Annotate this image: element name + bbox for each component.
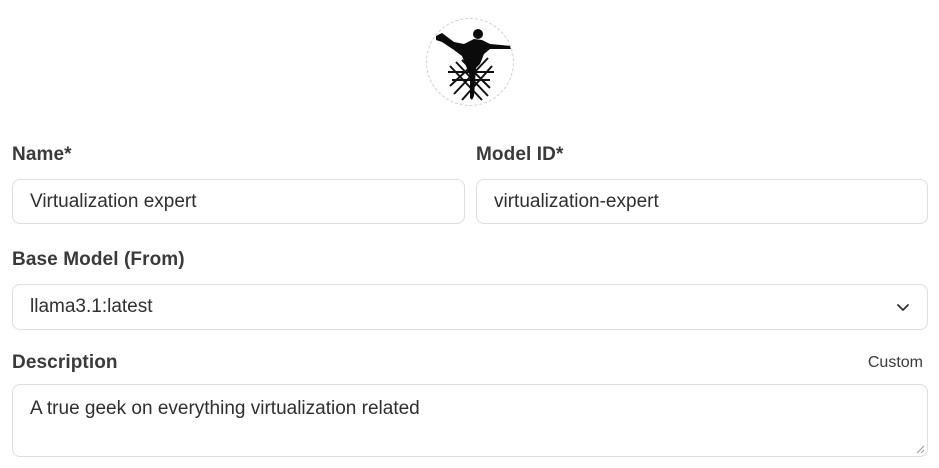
model-avatar[interactable]: [426, 18, 514, 106]
chevron-down-icon: [897, 304, 909, 311]
model-id-input[interactable]: virtualization-expert: [476, 179, 928, 224]
martial-artist-silhouette-icon: [436, 29, 512, 101]
base-model-select[interactable]: llama3.1:latest: [12, 284, 928, 330]
description-text: A true geek on everything virtualization…: [30, 398, 420, 419]
name-input-value: Virtualization expert: [30, 190, 197, 212]
name-label: Name*: [12, 144, 72, 165]
name-input[interactable]: Virtualization expert: [12, 179, 465, 224]
base-model-selected-value: llama3.1:latest: [30, 296, 153, 317]
base-model-label: Base Model (From): [12, 249, 185, 270]
description-mode-toggle[interactable]: Custom: [868, 354, 923, 372]
description-label: Description: [12, 352, 118, 373]
resize-grip-icon[interactable]: [916, 445, 925, 454]
model-editor-form: Name* Virtualization expert Model ID* vi…: [0, 0, 939, 468]
model-id-label: Model ID*: [476, 144, 564, 165]
model-id-input-value: virtualization-expert: [494, 190, 659, 212]
description-textarea[interactable]: A true geek on everything virtualization…: [12, 384, 928, 457]
